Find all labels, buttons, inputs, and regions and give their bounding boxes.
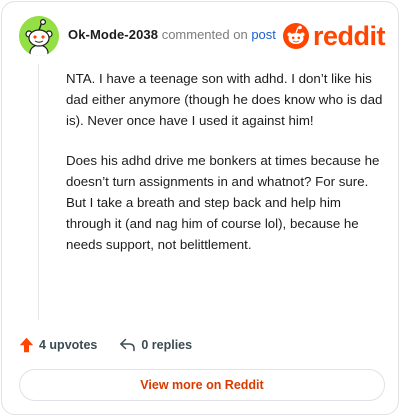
comment-header: Ok-Mode-2038 commented on post reddit [19,16,386,56]
comment-meta: Ok-Mode-2038 commented on post [68,27,276,42]
comment-body: NTA. I have a teenage son with adhd. I d… [66,68,386,274]
username-link[interactable]: Ok-Mode-2038 [68,27,158,42]
reddit-logo[interactable]: reddit [282,20,386,51]
post-link[interactable]: post [251,27,276,42]
replies-count: 0 replies [141,338,193,352]
reddit-wordmark: reddit [312,20,386,51]
replies-button[interactable]: 0 replies [119,338,192,352]
view-more-button[interactable]: View more on Reddit [19,369,385,401]
comment-actions: 4 upvotes 0 replies [19,335,192,355]
snoo-avatar-icon [19,16,59,56]
reply-arrow-icon [120,338,136,352]
thread-line [38,64,39,320]
upvote-arrow-icon [19,337,34,353]
embedded-comment-card: Ok-Mode-2038 commented on post reddit NT… [1,1,399,415]
reddit-snoo-icon [282,23,309,49]
commented-on-text: commented on [161,27,248,42]
comment-paragraph: NTA. I have a teenage son with adhd. I d… [66,71,383,128]
upvotes-count: 4 upvotes [39,338,98,352]
comment-paragraph: Does his adhd drive me bonkers at times … [66,153,380,252]
upvote-button[interactable]: 4 upvotes [19,337,97,353]
avatar[interactable] [19,16,59,56]
